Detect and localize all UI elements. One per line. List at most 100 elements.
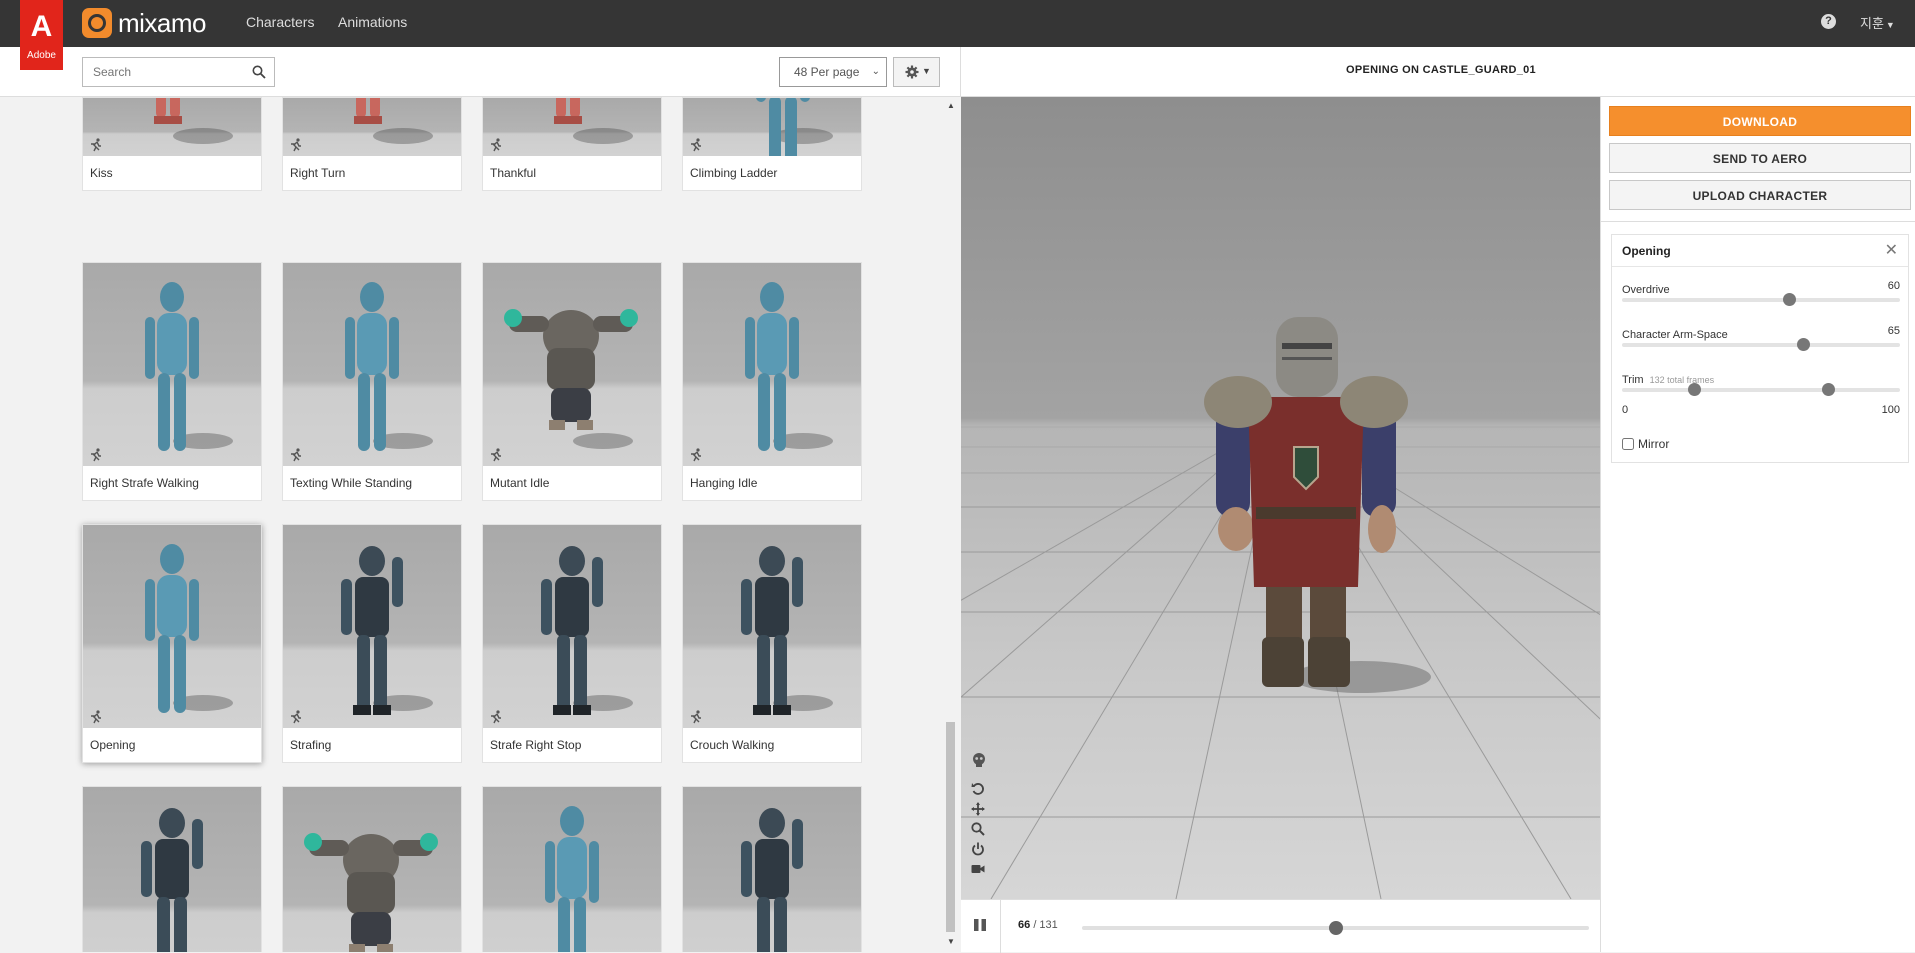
viewer-header: OPENING ON CASTLE_GUARD_01 bbox=[960, 47, 1915, 97]
timeline-divider bbox=[1000, 900, 1001, 953]
animation-thumbnail bbox=[483, 787, 661, 952]
animation-thumbnail bbox=[483, 98, 661, 156]
timeline-scrubber[interactable] bbox=[1082, 921, 1589, 935]
chevron-down-icon: ▼ bbox=[922, 66, 931, 76]
scroll-down-arrow-icon[interactable]: ▼ bbox=[947, 937, 955, 946]
animation-thumbnail bbox=[283, 98, 461, 156]
animation-card[interactable]: Right Turn bbox=[282, 97, 462, 191]
animation-card[interactable]: Hanging Idle bbox=[682, 262, 862, 501]
trim-end-handle[interactable] bbox=[1821, 383, 1835, 396]
character-preview bbox=[527, 799, 617, 952]
arm-space-slider-handle[interactable] bbox=[1796, 338, 1810, 351]
animation-thumbnail bbox=[283, 263, 461, 466]
scroll-thumb[interactable] bbox=[946, 722, 955, 932]
nav-animations[interactable]: Animations bbox=[338, 14, 407, 30]
character-preview bbox=[138, 98, 198, 156]
settings-gear-button[interactable]: ▼ bbox=[893, 57, 940, 87]
animation-card[interactable]: Strafe Right Stop bbox=[482, 524, 662, 763]
close-icon[interactable]: ✕ bbox=[1885, 235, 1898, 267]
animation-card[interactable]: Right Strafe Walking bbox=[82, 262, 262, 501]
animation-grid: Kiss Right Turn Thankful Climbing Ladder Rig… bbox=[0, 97, 960, 952]
scroll-up-arrow-icon[interactable]: ▲ bbox=[947, 101, 955, 110]
power-icon[interactable] bbox=[971, 842, 985, 856]
animation-card[interactable]: Opening bbox=[82, 524, 262, 763]
character-preview bbox=[338, 98, 398, 156]
3d-viewport[interactable] bbox=[961, 97, 1600, 899]
animation-card[interactable] bbox=[82, 786, 262, 952]
chevron-down-icon: ⌄ bbox=[871, 66, 880, 77]
playhead-handle[interactable] bbox=[1328, 921, 1343, 935]
animation-card[interactable]: Mutant Idle bbox=[482, 262, 662, 501]
send-to-aero-button[interactable]: SEND TO AERO bbox=[1609, 143, 1911, 173]
search-icon[interactable] bbox=[252, 65, 266, 79]
arm-space-slider[interactable] bbox=[1622, 338, 1900, 351]
download-button[interactable]: DOWNLOAD bbox=[1609, 106, 1911, 136]
frame-counter: 66 / 131 bbox=[1018, 919, 1058, 931]
adobe-logo[interactable]: A Adobe bbox=[20, 0, 63, 70]
animation-card-label: Strafe Right Stop bbox=[490, 738, 582, 752]
user-menu[interactable]: 지훈 ▼ bbox=[1860, 13, 1895, 32]
search-input[interactable] bbox=[83, 58, 243, 86]
animation-card[interactable]: Kiss bbox=[82, 97, 262, 191]
castle-guard-character bbox=[1204, 317, 1431, 693]
trim-label: Trim bbox=[1622, 374, 1644, 386]
mirror-checkbox[interactable] bbox=[1622, 438, 1634, 450]
animation-card[interactable] bbox=[682, 786, 862, 952]
animation-thumbnail bbox=[683, 263, 861, 466]
top-navigation-bar: mixamo Characters Animations ? 지훈 ▼ bbox=[0, 0, 1915, 47]
animation-card[interactable]: Crouch Walking bbox=[682, 524, 862, 763]
mirror-option[interactable]: Mirror bbox=[1622, 437, 1669, 451]
animation-type-icon bbox=[491, 710, 501, 724]
animation-card[interactable]: Climbing Ladder bbox=[682, 97, 862, 191]
help-icon[interactable]: ? bbox=[1821, 14, 1836, 29]
mixamo-logo[interactable]: mixamo bbox=[82, 6, 207, 40]
overdrive-slider[interactable] bbox=[1622, 293, 1900, 306]
animation-type-icon bbox=[91, 448, 101, 462]
pan-icon[interactable] bbox=[971, 802, 985, 816]
animation-card-label: Crouch Walking bbox=[690, 738, 775, 752]
animation-thumbnail bbox=[283, 787, 461, 952]
reset-view-icon[interactable] bbox=[971, 782, 985, 796]
animation-card[interactable] bbox=[482, 786, 662, 952]
animation-card[interactable]: Strafing bbox=[282, 524, 462, 763]
animation-card[interactable] bbox=[282, 786, 462, 952]
animation-thumbnail bbox=[683, 525, 861, 728]
total-frames: / 131 bbox=[1033, 919, 1058, 931]
animation-type-icon bbox=[691, 710, 701, 724]
character-preview bbox=[538, 98, 598, 156]
animation-thumbnail bbox=[283, 525, 461, 728]
animation-thumbnail bbox=[83, 263, 261, 466]
upload-character-button[interactable]: UPLOAD CHARACTER bbox=[1609, 180, 1911, 210]
animation-thumbnail bbox=[83, 787, 261, 952]
animation-settings-box: Opening ✕ Overdrive 60 Character Arm-Spa… bbox=[1611, 234, 1909, 463]
animation-type-icon bbox=[691, 138, 701, 152]
trim-range-slider[interactable] bbox=[1622, 383, 1900, 396]
search-field[interactable] bbox=[82, 57, 275, 87]
skeleton-toggle-icon[interactable] bbox=[971, 752, 987, 768]
pause-icon[interactable] bbox=[973, 918, 987, 932]
animation-settings-header: Opening ✕ bbox=[1612, 235, 1908, 267]
character-preview bbox=[127, 537, 217, 728]
overdrive-slider-handle[interactable] bbox=[1782, 293, 1796, 306]
animation-card-label: Mutant Idle bbox=[490, 476, 550, 490]
current-frame: 66 bbox=[1018, 919, 1031, 931]
adobe-wordmark: Adobe bbox=[27, 50, 56, 61]
nav-characters[interactable]: Characters bbox=[246, 14, 314, 30]
animation-card[interactable]: Thankful bbox=[482, 97, 662, 191]
camera-icon[interactable] bbox=[971, 862, 985, 876]
trim-min: 0 bbox=[1622, 404, 1629, 416]
animation-thumbnail bbox=[683, 787, 861, 952]
per-page-select[interactable]: 48 Per page ⌄ bbox=[779, 57, 887, 87]
animation-thumbnail bbox=[483, 525, 661, 728]
animation-card-label: Right Strafe Walking bbox=[90, 476, 199, 490]
animation-type-icon bbox=[491, 448, 501, 462]
mixamo-logo-text: mixamo bbox=[118, 7, 207, 38]
adobe-mark: A bbox=[30, 10, 53, 43]
character-preview bbox=[527, 537, 617, 728]
zoom-icon[interactable] bbox=[971, 822, 985, 836]
trim-start-handle[interactable] bbox=[1688, 383, 1702, 396]
animation-thumbnail bbox=[683, 98, 861, 156]
grid-scrollbar[interactable]: ▲ ▼ bbox=[945, 97, 957, 952]
animation-card[interactable]: Texting While Standing bbox=[282, 262, 462, 501]
animation-card-label: Climbing Ladder bbox=[690, 166, 778, 180]
